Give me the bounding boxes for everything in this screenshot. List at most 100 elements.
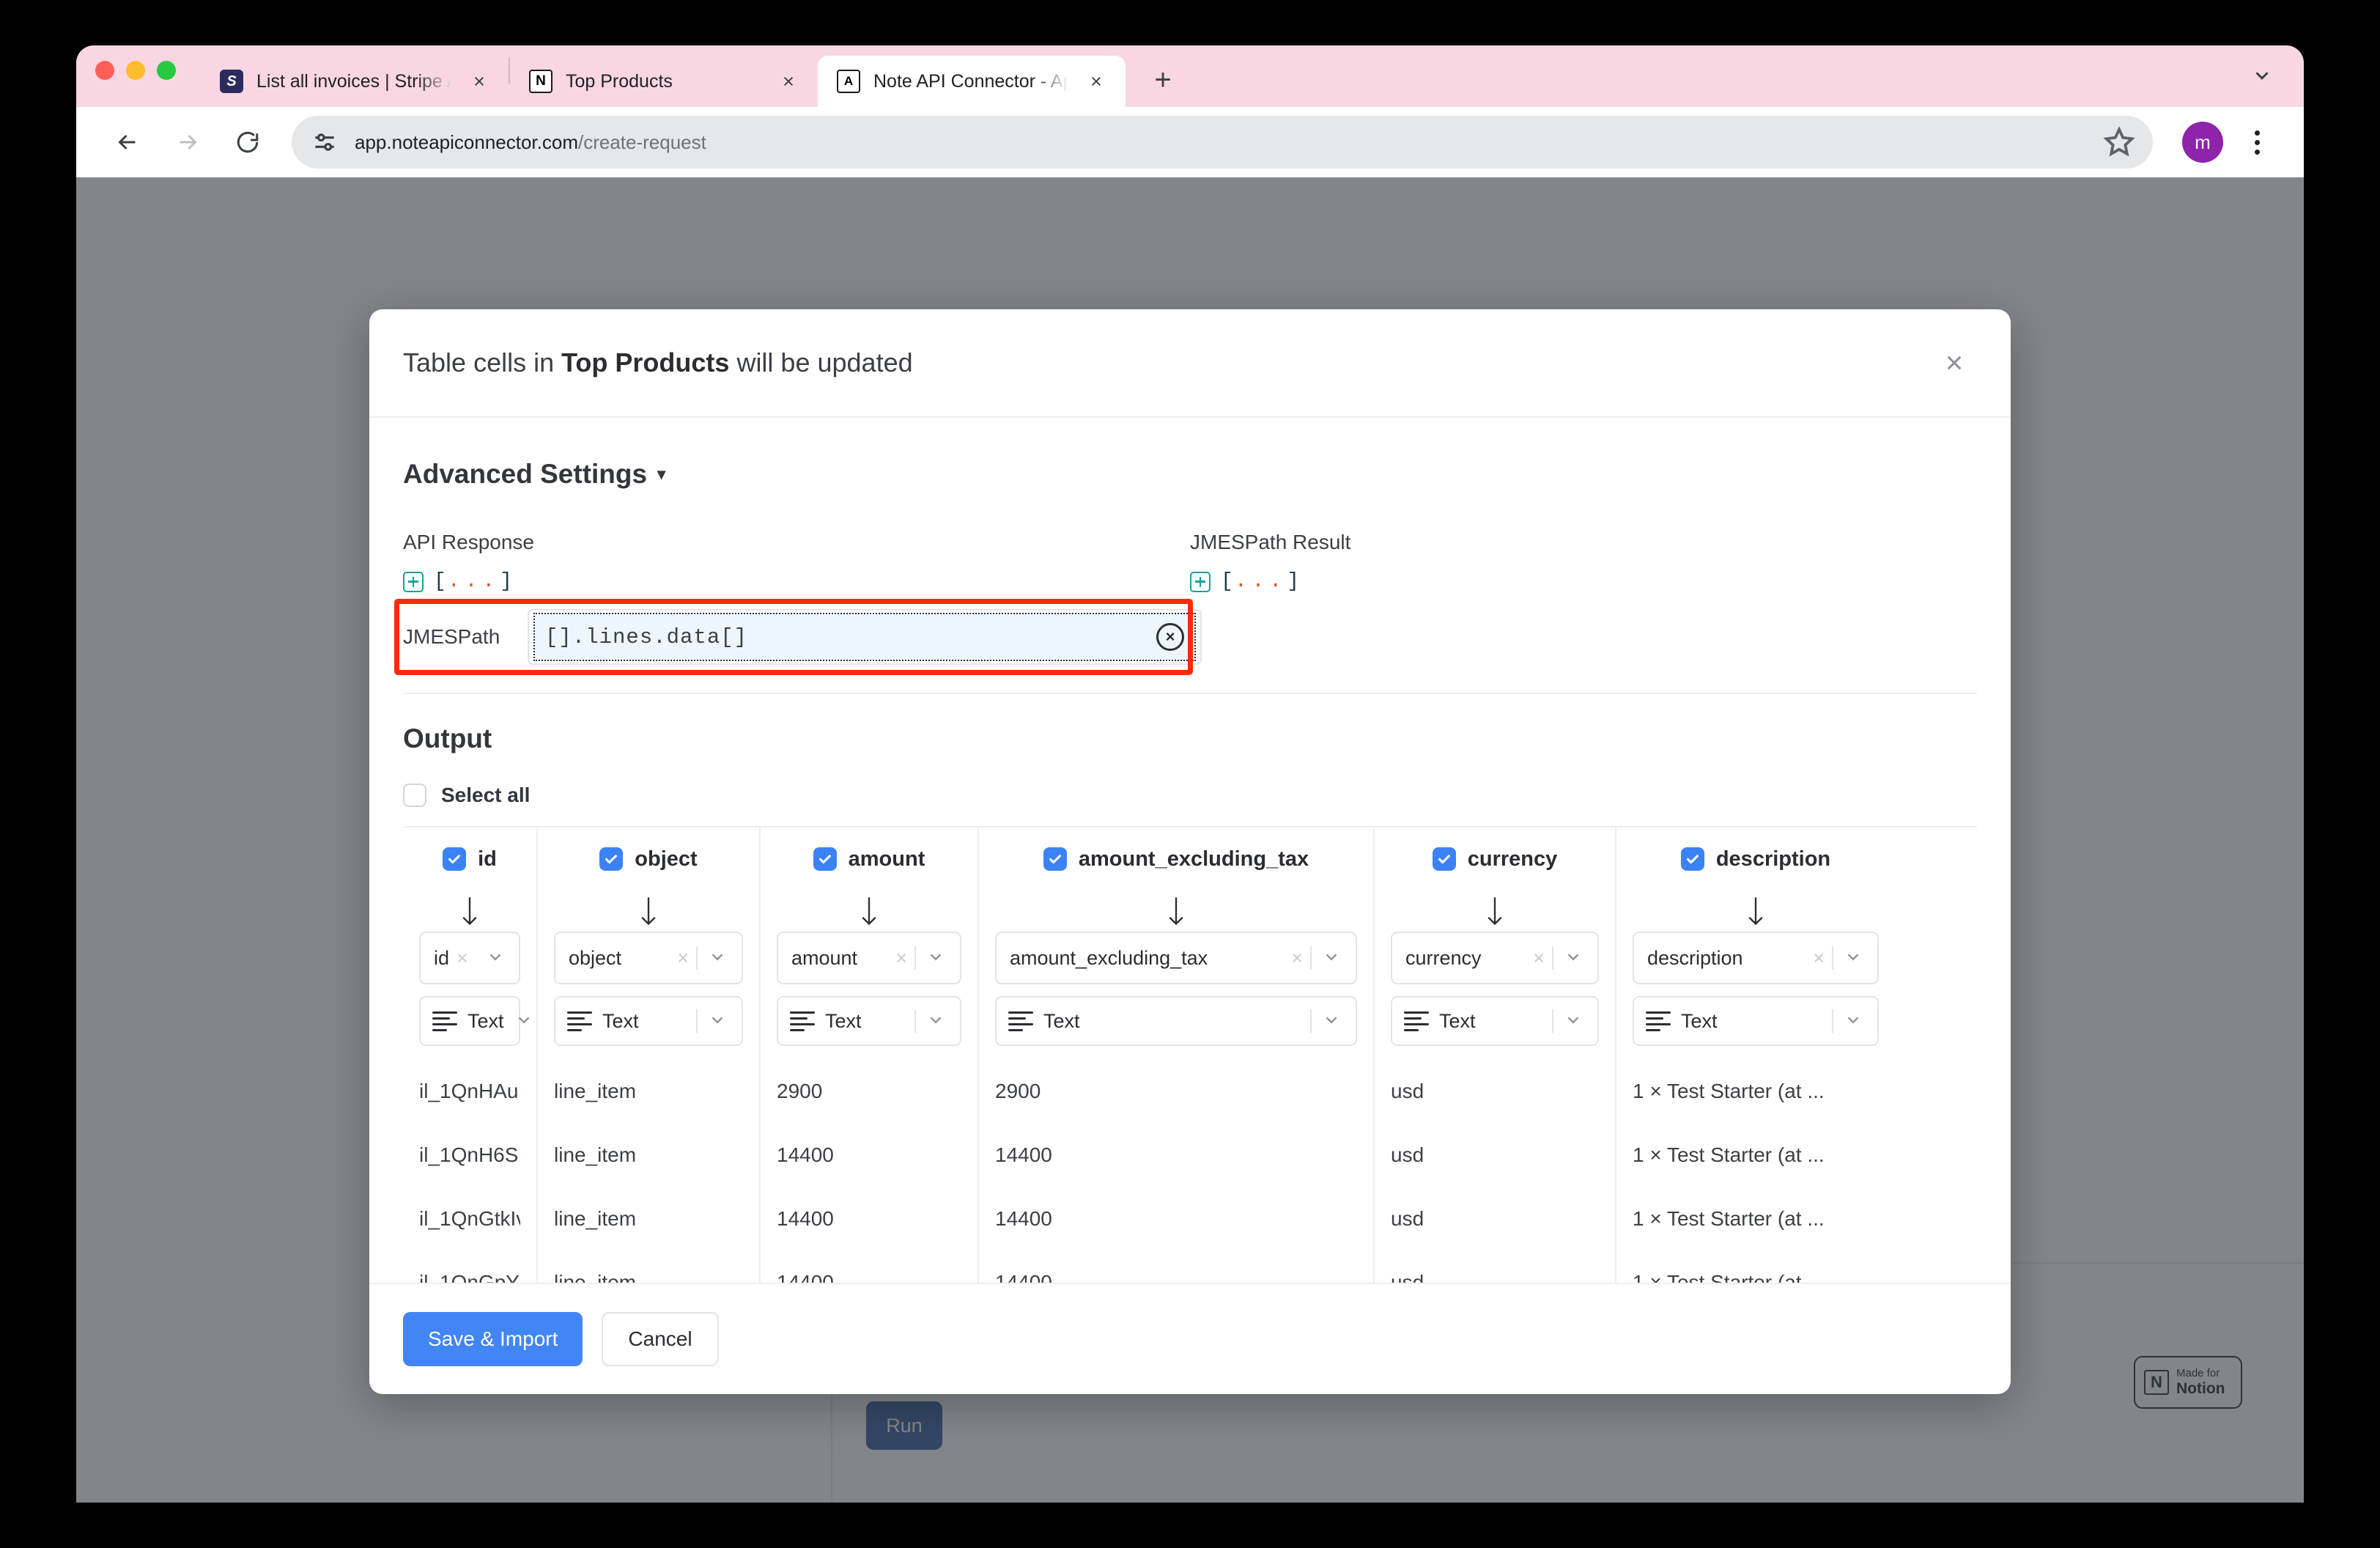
column-mapping-select-currency[interactable]: currency × <box>1391 932 1599 984</box>
chevron-down-icon[interactable] <box>1312 947 1347 970</box>
text-lines-icon <box>432 1011 457 1031</box>
window-minimize-button[interactable] <box>126 61 145 80</box>
window-close-button[interactable] <box>95 61 114 80</box>
column-type-select-currency[interactable]: Text <box>1391 996 1599 1046</box>
column-type-select-description[interactable]: Text <box>1633 996 1879 1046</box>
column-mapping-select-amount[interactable]: amount × <box>777 932 961 984</box>
window-maximize-button[interactable] <box>157 61 176 80</box>
browser-tab-strip: S List all invoices | Stripe API Re × N … <box>76 45 2304 107</box>
dialog-header: Table cells in Top Products will be upda… <box>369 309 2011 418</box>
title-prefix: Table cells in <box>403 347 562 377</box>
browser-tab-title: List all invoices | Stripe API Re <box>256 70 451 92</box>
address-bar[interactable]: app.noteapiconnector.com/create-request <box>292 116 2153 169</box>
chevron-down-icon[interactable] <box>1553 1010 1589 1033</box>
column-name: amount <box>848 847 925 871</box>
select-all-row[interactable]: Select all <box>403 784 1977 807</box>
jmespath-input-shell[interactable]: [].lines.data[] × <box>528 609 1202 665</box>
arrow-down-icon <box>777 891 961 932</box>
jmespath-input-focus-ring[interactable]: [].lines.data[] × <box>533 613 1196 661</box>
bracket-open: [ <box>1221 570 1235 593</box>
title-suffix: will be updated <box>729 347 913 377</box>
column-body: il_1QnHAuIv... il_1QnH6SIv... il_1QnGtkIvn… <box>419 1059 520 1283</box>
type-value: Text <box>825 1009 862 1032</box>
column-mapping-select-description[interactable]: description × <box>1633 932 1879 984</box>
expand-plus-icon[interactable] <box>1190 571 1211 592</box>
column-checkbox-id[interactable] <box>443 847 467 871</box>
three-dot-menu-icon[interactable] <box>2235 120 2279 164</box>
update-table-cells-dialog: Table cells in Top Products will be upda… <box>369 309 2011 1394</box>
chevron-down-icon[interactable] <box>1553 947 1589 970</box>
clear-icon[interactable]: × <box>1806 947 1832 970</box>
browser-tab-stripe[interactable]: S List all invoices | Stripe API Re × <box>201 56 509 107</box>
chevron-down-icon[interactable] <box>2242 56 2282 95</box>
column-type-select-object[interactable]: Text <box>554 996 743 1046</box>
reload-icon[interactable] <box>221 116 274 169</box>
chevron-down-icon[interactable] <box>1833 947 1869 970</box>
tab-close-icon[interactable]: × <box>774 67 803 96</box>
window-traffic-lights <box>95 45 176 107</box>
forward-arrow-icon[interactable] <box>161 116 214 169</box>
column-header: amount <box>777 828 961 891</box>
jmespath-row: JMESPath [].lines.data[] × <box>403 609 1202 665</box>
clear-icon[interactable]: × <box>449 947 476 970</box>
advanced-settings-toggle[interactable]: Advanced Settings ▾ <box>403 459 1977 490</box>
avatar[interactable]: m <box>2182 122 2223 163</box>
column-header: currency <box>1391 828 1599 891</box>
column-mapping-select-object[interactable]: object × <box>554 932 743 984</box>
jmespath-result-label: JMESPath Result <box>1190 531 1351 553</box>
jmespath-result-preview[interactable]: [...] <box>1190 570 1977 593</box>
table-cell: usd <box>1391 1206 1424 1230</box>
back-arrow-icon[interactable] <box>101 116 154 169</box>
clear-icon[interactable]: × <box>1156 623 1184 651</box>
column-checkbox-amount[interactable] <box>813 847 837 871</box>
jmespath-input[interactable]: [].lines.data[] <box>545 625 1148 649</box>
chevron-down-icon[interactable] <box>1833 1010 1869 1033</box>
new-tab-icon[interactable]: + <box>1140 57 1186 103</box>
clear-icon[interactable]: × <box>888 947 914 970</box>
column-checkbox-amount_excluding_tax[interactable] <box>1043 847 1067 871</box>
column-type-select-amount[interactable]: Text <box>777 996 961 1046</box>
chevron-down-icon[interactable] <box>1312 1010 1347 1033</box>
chevron-down-icon[interactable] <box>916 1010 951 1033</box>
chevron-down-icon[interactable] <box>698 1010 733 1033</box>
text-lines-icon <box>1646 1011 1671 1031</box>
browser-tab-top-products[interactable]: N Top Products × <box>510 56 818 107</box>
chevron-down-icon[interactable] <box>698 947 733 970</box>
clear-icon[interactable]: × <box>1526 947 1552 970</box>
table-cell: usd <box>1391 1270 1424 1283</box>
api-response-preview[interactable]: [...] <box>403 570 1190 593</box>
clear-icon[interactable]: × <box>1284 947 1310 970</box>
star-icon[interactable] <box>2102 125 2137 160</box>
chevron-down-icon[interactable] <box>916 947 951 970</box>
table-cell: line_item <box>554 1143 637 1166</box>
expand-plus-icon[interactable] <box>403 571 424 592</box>
browser-tab-note-api-connector[interactable]: A Note API Connector - App × <box>818 56 1126 107</box>
select-all-label: Select all <box>441 784 531 806</box>
column-checkbox-description[interactable] <box>1680 847 1704 871</box>
column-header: amount_excluding_tax <box>995 828 1357 891</box>
chevron-down-icon[interactable] <box>476 947 511 970</box>
output-column-description: description description × Text 1 × Test Star… <box>1616 828 1895 1283</box>
cancel-button[interactable]: Cancel <box>602 1312 719 1366</box>
tab-close-icon[interactable]: × <box>465 67 494 96</box>
column-checkbox-currency[interactable] <box>1432 847 1456 871</box>
column-type-select-amount_excluding_tax[interactable]: Text <box>995 996 1357 1046</box>
arrow-down-icon <box>1391 891 1599 932</box>
close-icon[interactable]: × <box>1932 340 1977 386</box>
tab-close-icon[interactable]: × <box>1082 67 1111 96</box>
output-column-id: idid×Textil_1QnHAuIv...il_1QnH6SIv...il_… <box>403 828 538 1283</box>
select-all-checkbox[interactable] <box>403 784 426 807</box>
table-cell: il_1QnH6SIv... <box>419 1143 520 1166</box>
output-table-wrapper[interactable]: idid×Textil_1QnHAuIv...il_1QnH6SIv...il_… <box>403 826 1977 1283</box>
save-import-button[interactable]: Save & Import <box>403 1312 583 1366</box>
clear-icon[interactable]: × <box>670 947 696 970</box>
column-checkbox-object[interactable] <box>599 847 624 871</box>
chevron-down-icon[interactable] <box>504 1010 539 1033</box>
title-table-name: Top Products <box>561 347 730 377</box>
column-mapping-select-id[interactable]: id × <box>419 932 520 984</box>
table-cell: il_1QnHAuIv... <box>419 1079 520 1102</box>
tune-icon[interactable] <box>311 128 339 156</box>
text-lines-icon <box>567 1011 592 1031</box>
column-mapping-select-amount_excluding_tax[interactable]: amount_excluding_tax × <box>995 932 1357 984</box>
column-type-select-id[interactable]: Text <box>419 996 529 1046</box>
